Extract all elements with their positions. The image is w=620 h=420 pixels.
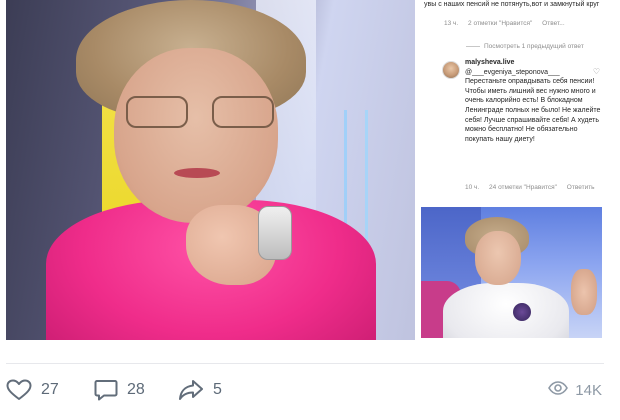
brooch <box>513 303 531 321</box>
post-photo-main[interactable] <box>6 0 415 340</box>
reply-time: 10 ч. <box>465 184 480 191</box>
comment-button[interactable]: 28 <box>94 378 145 402</box>
white-blouse <box>443 283 569 338</box>
reply-comment: malysheva.live @___evgeniya_steponova___… <box>465 58 601 144</box>
reply-body: @___evgeniya_steponova___ Перестаньте оп… <box>465 68 601 143</box>
glasses <box>126 96 274 132</box>
wristwatch <box>258 206 292 260</box>
divider <box>6 363 604 364</box>
previous-comment-text: увы с наших пенсий не потянуть,вот и зам… <box>424 1 600 8</box>
face <box>114 48 278 223</box>
comment-heart-icon: ♡ <box>592 67 600 76</box>
share-button[interactable]: 5 <box>178 378 222 402</box>
post-photo-secondary[interactable] <box>421 207 602 338</box>
reply-likes: 24 отметки "Нравится" <box>489 184 557 191</box>
previous-comment-reply: Ответ... <box>542 20 565 27</box>
previous-comment-likes: 2 отметки "Нравится" <box>468 20 533 27</box>
raised-hand <box>571 269 597 315</box>
previous-comment-time: 13 ч. <box>444 20 459 27</box>
eye-icon <box>548 381 569 399</box>
mouth <box>174 168 220 178</box>
comments-screenshot[interactable]: увы с наших пенсий не потянуть,вот и зам… <box>420 0 602 200</box>
reply-reply: Ответить <box>566 184 595 191</box>
reply-meta: 10 ч. 24 отметки "Нравится" Ответить <box>465 184 602 191</box>
comment-icon <box>94 379 118 401</box>
avatar <box>442 61 460 79</box>
heart-icon <box>6 379 32 401</box>
previous-comment-meta: 13 ч. 2 отметки "Нравится" Ответ... <box>444 20 573 27</box>
share-count: 5 <box>213 381 222 398</box>
reply-username: malysheva.live <box>465 59 515 66</box>
share-arrow-icon <box>178 379 204 401</box>
views-count: 14K <box>575 381 602 399</box>
comment-count: 28 <box>127 381 145 398</box>
view-replies-link: Посмотреть 1 предыдущий ответ <box>466 43 584 50</box>
like-button[interactable]: 27 <box>6 378 59 402</box>
like-count: 27 <box>41 381 59 398</box>
face <box>475 231 521 285</box>
views-counter: 14K <box>548 378 602 402</box>
